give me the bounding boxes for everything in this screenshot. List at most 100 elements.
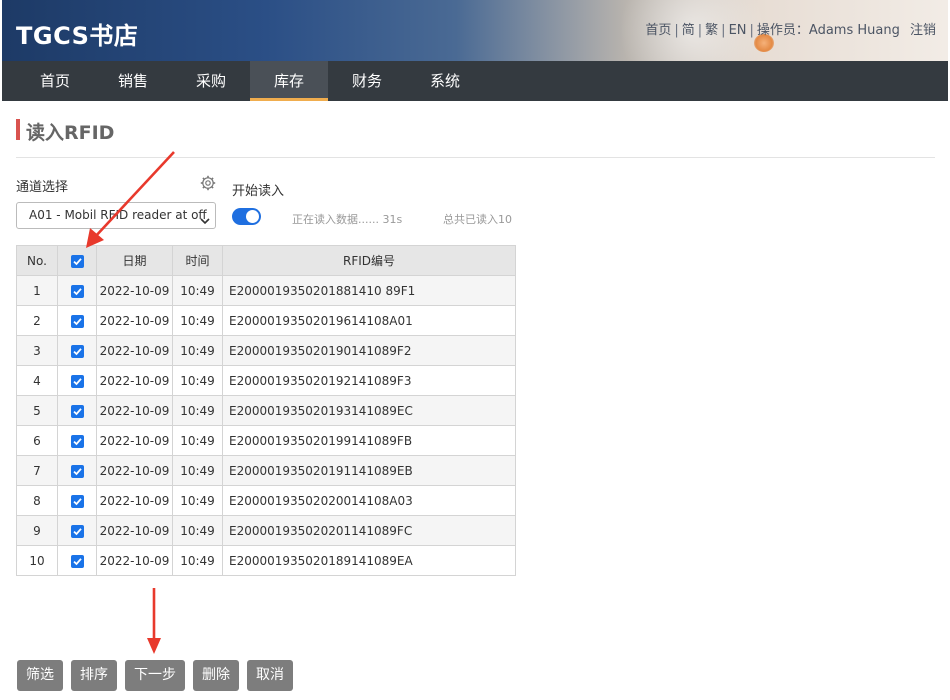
row-checkbox[interactable]	[70, 284, 84, 298]
annotation-arrow-select-all	[86, 151, 175, 248]
row-date: 2022-10-09	[96, 545, 173, 576]
start-reading-toggle[interactable]	[232, 208, 261, 225]
table-row: 9 2022-10-09 10:49 E20000193502020114108…	[16, 515, 516, 546]
rfid-table: No. 日期 时间 RFID编号 1 2022-10-09 10:49 E200…	[16, 245, 516, 576]
filter-button[interactable]: 筛选	[17, 660, 63, 691]
row-checkbox[interactable]	[70, 494, 84, 508]
row-checkbox-cell	[57, 275, 97, 306]
row-no: 4	[16, 365, 58, 396]
table-row: 2 2022-10-09 10:49 E20000193502019614108…	[16, 305, 516, 336]
row-checkbox-cell	[57, 425, 97, 456]
link-english[interactable]: EN	[729, 23, 747, 38]
title-accent-bar	[16, 119, 20, 140]
link-separator: |	[697, 23, 703, 38]
row-date: 2022-10-09	[96, 425, 173, 456]
row-checkbox[interactable]	[70, 434, 84, 448]
channel-label: 通道选择	[16, 180, 69, 195]
row-checkbox[interactable]	[70, 404, 84, 418]
nav-item-home[interactable]: 首页	[16, 61, 94, 101]
channel-select-value: A01 - Mobil RFID reader at off	[29, 208, 207, 222]
title-divider	[16, 157, 935, 158]
row-date: 2022-10-09	[96, 365, 173, 396]
site-logo[interactable]: TGCS书店	[16, 16, 138, 51]
nav-item-finance[interactable]: 财务	[328, 61, 406, 101]
row-no: 8	[16, 485, 58, 516]
row-rfid: E20000193502020014108A03	[222, 485, 516, 516]
row-rfid: E200001935020191141089EB	[222, 455, 516, 486]
nav-item-inventory[interactable]: 库存	[250, 61, 328, 101]
column-header-rfid: RFID编号	[222, 245, 516, 276]
row-time: 10:49	[172, 365, 223, 396]
cancel-button[interactable]: 取消	[247, 660, 293, 691]
link-separator: |	[674, 23, 679, 38]
table-row: 6 2022-10-09 10:49 E20000193502019914108…	[16, 425, 516, 456]
table-header-row: No. 日期 时间 RFID编号	[16, 245, 516, 276]
row-date: 2022-10-09	[96, 515, 173, 546]
nav-item-system[interactable]: 系统	[406, 61, 484, 101]
start-reading-label: 开始读入	[232, 184, 285, 199]
row-date: 2022-10-09	[96, 305, 173, 336]
channel-select[interactable]: A01 - Mobil RFID reader at off	[16, 202, 216, 229]
nav-item-purchase[interactable]: 采购	[172, 61, 250, 101]
toggle-knob	[246, 210, 259, 223]
row-no: 7	[16, 455, 58, 486]
row-time: 10:49	[172, 275, 223, 306]
row-no: 2	[16, 305, 58, 336]
row-checkbox[interactable]	[70, 374, 84, 388]
row-rfid: E20000193502019614108A01	[222, 305, 516, 336]
column-header-time: 时间	[172, 245, 223, 276]
select-all-checkbox[interactable]	[70, 254, 84, 268]
row-rfid: E200001935020190141089F2	[222, 335, 516, 366]
row-no: 9	[16, 515, 58, 546]
column-header-no: No.	[16, 245, 58, 276]
row-rfid: E200001935020193141089EC	[222, 395, 516, 426]
row-time: 10:49	[172, 335, 223, 366]
row-time: 10:49	[172, 515, 223, 546]
nav-item-sales[interactable]: 销售	[94, 61, 172, 101]
table-row: 8 2022-10-09 10:49 E20000193502020014108…	[16, 485, 516, 516]
row-time: 10:49	[172, 545, 223, 576]
main-nav: 首页 销售 采购 库存 财务 系统	[2, 61, 948, 101]
row-checkbox-cell	[57, 335, 97, 366]
table-row: 4 2022-10-09 10:49 E20000193502019214108…	[16, 365, 516, 396]
link-separator: |	[721, 23, 726, 38]
row-checkbox-cell	[57, 395, 97, 426]
row-date: 2022-10-09	[96, 335, 173, 366]
row-checkbox[interactable]	[70, 314, 84, 328]
column-header-date: 日期	[96, 245, 173, 276]
row-checkbox[interactable]	[70, 344, 84, 358]
row-rfid: E200001935020199141089FB	[222, 425, 516, 456]
row-no: 1	[16, 275, 58, 306]
row-time: 10:49	[172, 395, 223, 426]
row-checkbox-cell	[57, 485, 97, 516]
page-title: 读入RFID	[26, 122, 115, 144]
sort-button[interactable]: 排序	[71, 660, 117, 691]
row-checkbox[interactable]	[70, 554, 84, 568]
row-rfid: E2000019350201881410 89F1	[222, 275, 516, 306]
row-time: 10:49	[172, 455, 223, 486]
gear-icon[interactable]	[200, 175, 216, 191]
logout-link[interactable]: 注销	[910, 23, 936, 38]
row-checkbox[interactable]	[70, 464, 84, 478]
table-row: 10 2022-10-09 10:49 E2000019350201891410…	[16, 545, 516, 576]
row-checkbox-cell	[57, 455, 97, 486]
row-no: 5	[16, 395, 58, 426]
select-all-checkbox-cell	[57, 245, 97, 276]
row-time: 10:49	[172, 305, 223, 336]
next-step-button[interactable]: 下一步	[125, 660, 185, 691]
chevron-down-icon	[200, 210, 210, 225]
link-traditional[interactable]: 繁	[705, 23, 718, 38]
table-row: 7 2022-10-09 10:49 E20000193502019114108…	[16, 455, 516, 486]
row-checkbox-cell	[57, 305, 97, 336]
row-checkbox[interactable]	[70, 524, 84, 538]
header-banner: TGCS书店 首页 | 简 | 繁 | EN | 操作员：Adams Huang 注销	[2, 0, 948, 61]
row-rfid: E200001935020201141089FC	[222, 515, 516, 546]
link-home[interactable]: 首页	[645, 23, 671, 38]
link-simplified[interactable]: 简	[682, 23, 695, 38]
row-rfid: E200001935020192141089F3	[222, 365, 516, 396]
row-date: 2022-10-09	[96, 275, 173, 306]
delete-button[interactable]: 删除	[193, 660, 239, 691]
top-links: 首页 | 简 | 繁 | EN | 操作员：Adams Huang 注销	[645, 19, 936, 38]
table-row: 3 2022-10-09 10:49 E20000193502019014108…	[16, 335, 516, 366]
row-checkbox-cell	[57, 515, 97, 546]
